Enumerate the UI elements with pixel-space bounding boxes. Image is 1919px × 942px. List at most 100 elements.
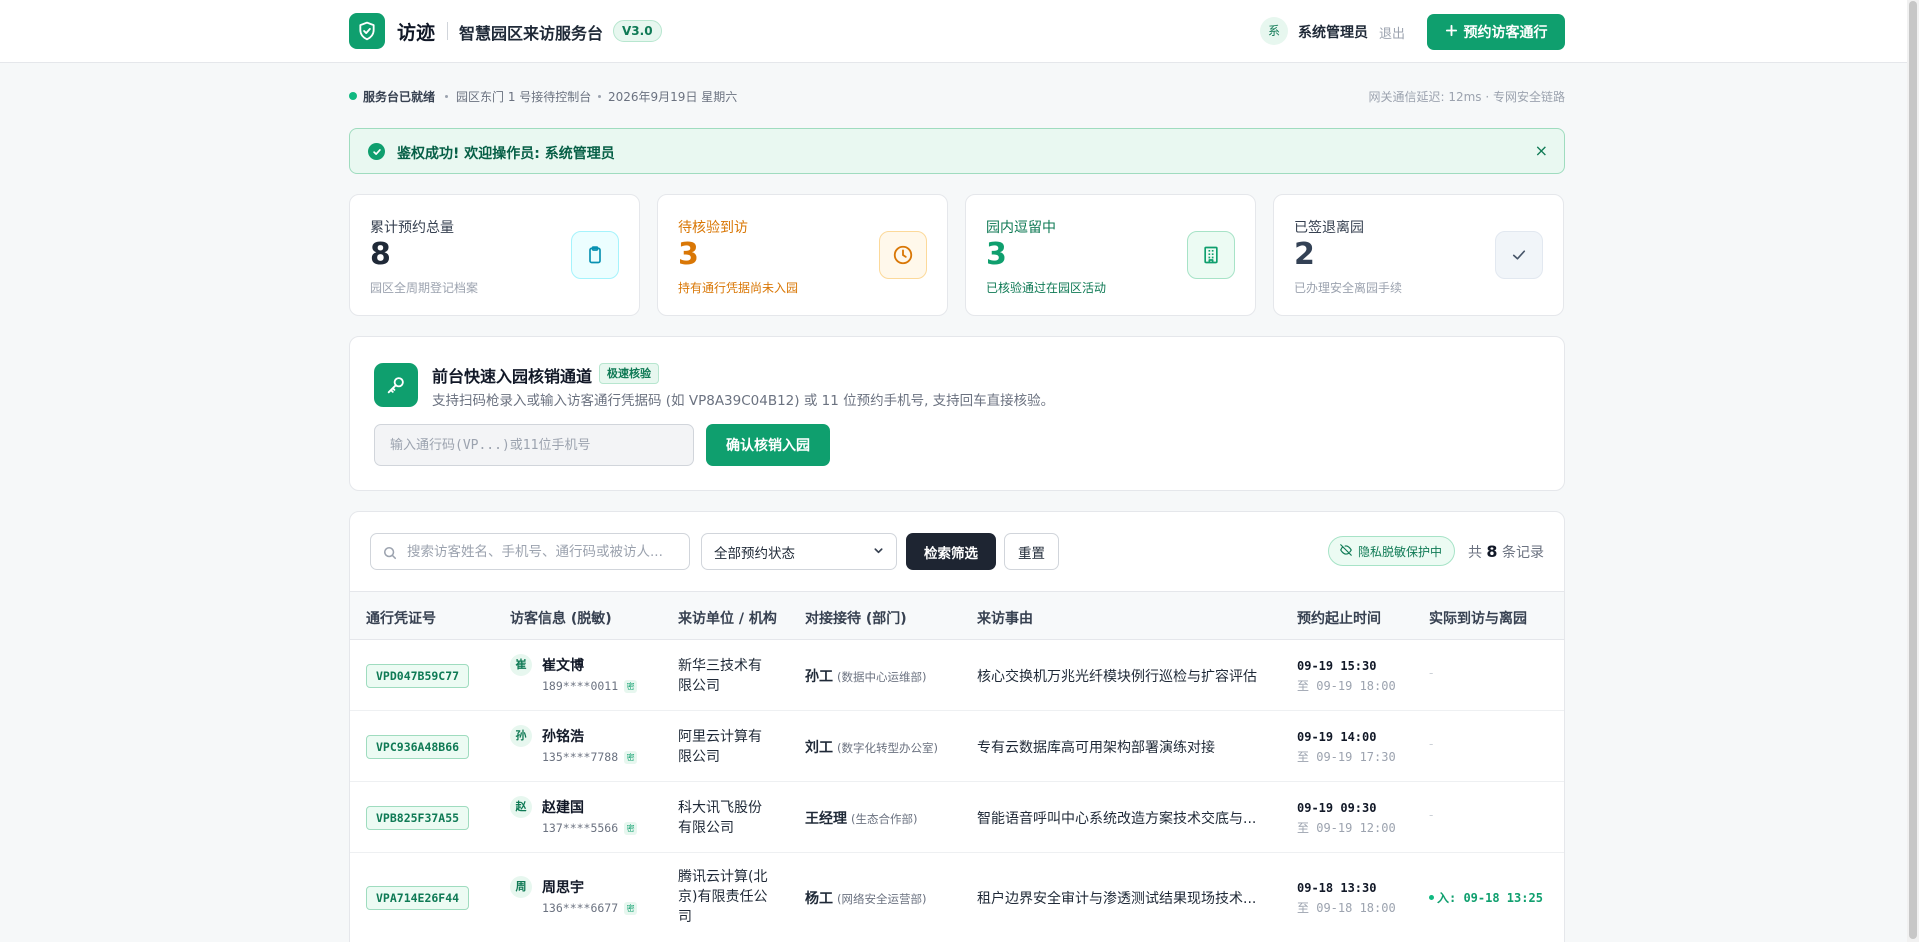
pass-code[interactable]: VPB825F37A55: [366, 806, 470, 830]
visitor-organization: 新华三技术有限公司: [678, 658, 762, 694]
masked-tag: 密: [624, 822, 638, 835]
stat-card-in-park: 园内逗留中 3 已核验通过在园区活动: [965, 194, 1256, 316]
record-count-prefix: 共: [1467, 545, 1482, 561]
table-row[interactable]: VPB825F37A55 赵 赵建国 137****5566 密 科大讯飞股份有限…: [350, 782, 1564, 853]
masked-tag: 密: [624, 680, 638, 693]
book-visitor-label: 预约访客通行: [1463, 25, 1548, 41]
appointment-start: 09-19 15:30: [1297, 659, 1377, 673]
visitor-phone-value: 137****5566: [542, 821, 619, 835]
appointment-start: 09-19 14:00: [1297, 730, 1377, 744]
column-header: 实际到访与离园: [1429, 611, 1527, 627]
book-visitor-button[interactable]: 预约访客通行: [1427, 14, 1565, 50]
status-select[interactable]: 全部预约状态: [701, 533, 897, 570]
service-status: 服务台已就绪: [363, 90, 436, 104]
stat-card-pending: 待核验到访 3 持有通行凭据尚未入园: [657, 194, 948, 316]
alert-close-button[interactable]: ×: [1535, 141, 1548, 160]
pass-code[interactable]: VPD047B59C77: [366, 664, 470, 688]
stat-note: 已办理安全离园手续: [1294, 281, 1403, 295]
host-department: (网络安全运营部): [837, 892, 927, 906]
version-badge: V3.0: [613, 20, 662, 42]
visitor-phone-value: 189****0011: [542, 679, 619, 693]
visitor-name: 孙铭浩: [542, 729, 584, 745]
stat-card-total: 累计预约总量 8 园区全周期登记档案: [349, 194, 640, 316]
actual-visit-value: 入: 09-18 13:25: [1437, 891, 1543, 905]
pass-code-input[interactable]: [374, 424, 694, 466]
visitor-name: 赵建国: [542, 800, 584, 816]
visit-reason: 租户边界安全审计与渗透测试结果现场技术...: [977, 891, 1257, 907]
host-contact: 王经理 (生态合作部): [805, 808, 917, 828]
checked-in-dot: [1429, 895, 1434, 900]
stat-card-checked-out: 已签退离园 2 已办理安全离园手续: [1273, 194, 1564, 316]
masked-tag: 密: [624, 751, 638, 764]
table-row[interactable]: VPC936A48B66 孙 孙铭浩 135****7788 密 阿里云计算有限公…: [350, 711, 1564, 782]
visitor-organization: 科大讯飞股份有限公司: [678, 800, 762, 836]
clock-icon: [879, 231, 927, 279]
eye-off-icon: [1339, 543, 1353, 560]
appointment-start: 09-19 09:30: [1297, 801, 1377, 815]
stat-value: 8: [370, 237, 391, 272]
host-contact: 杨工 (网络安全运营部): [805, 888, 926, 908]
separator-dot: [598, 95, 601, 98]
chevron-down-icon: [873, 544, 884, 560]
success-alert: 鉴权成功! 欢迎操作员: 系统管理员 ×: [349, 128, 1565, 174]
appointment-end: 至 09-19 17:30: [1297, 750, 1396, 764]
visitor-phone-value: 136****6677: [542, 901, 619, 915]
console-location: 园区东门 1 号接待控制台: [456, 90, 592, 104]
reset-button[interactable]: 重置: [1004, 533, 1059, 570]
column-header: 预约起止时间: [1297, 611, 1381, 627]
plus-icon: [1445, 24, 1458, 41]
pass-code[interactable]: VPC936A48B66: [366, 735, 470, 759]
pass-code[interactable]: VPA714E26F44: [366, 886, 470, 910]
record-count-value: 8: [1486, 542, 1498, 561]
column-header: 通行凭证号: [366, 611, 436, 627]
clipboard-icon: [571, 231, 619, 279]
record-count-suffix: 条记录: [1502, 545, 1544, 561]
host-department: (数据中心运维部): [837, 670, 927, 684]
host-name: 杨工: [805, 891, 833, 907]
filter-button[interactable]: 检索筛选: [906, 533, 996, 570]
host-department: (生态合作部): [851, 812, 918, 826]
visitor-phone-value: 135****7788: [542, 750, 619, 764]
table-row[interactable]: VPD047B59C77 崔 崔文博 189****0011 密 新华三技术有限公…: [350, 640, 1564, 711]
search-box[interactable]: [370, 533, 690, 570]
page-scrollbar[interactable]: [1907, 0, 1919, 942]
stat-value: 2: [1294, 237, 1315, 272]
brand-divider: [447, 22, 448, 40]
host-contact: 孙工 (数据中心运维部): [805, 666, 926, 686]
brand-name: 访迹: [397, 22, 436, 44]
visitor-phone: 189****0011 密: [542, 679, 638, 693]
table-row[interactable]: VPA714E26F44 周 周思宇 136****6677 密 腾讯云计算(北京…: [350, 853, 1564, 942]
stat-label: 累计预约总量: [370, 220, 454, 236]
avatar: 孙: [510, 725, 532, 747]
status-select-value: 全部预约状态: [714, 545, 795, 562]
top-bar: 访迹 智慧园区来访服务台 V3.0 系 系统管理员 退出 预约访客通行: [0, 0, 1919, 63]
visitor-phone: 136****6677 密: [542, 901, 638, 915]
avatar: 周: [510, 876, 532, 898]
stat-label: 园内逗留中: [986, 220, 1056, 236]
visitor-name: 周思宇: [542, 880, 584, 896]
search-input[interactable]: [407, 534, 685, 569]
table-header: 通行凭证号 访客信息 (脱敏) 来访单位 / 机构 对接接待 (部门) 来访事由…: [350, 591, 1564, 640]
quick-verify-panel: 前台快速入园核销通道 极速核验 支持扫码枪录入或输入访客通行凭据码 (如 VP8…: [349, 336, 1565, 491]
host-name: 孙工: [805, 669, 833, 685]
search-icon: [383, 545, 397, 564]
stat-label: 待核验到访: [678, 220, 748, 236]
check-icon: [1495, 231, 1543, 279]
actual-visit: -: [1429, 808, 1434, 822]
host-name: 王经理: [805, 811, 847, 827]
privacy-badge: 隐私脱敏保护中: [1328, 536, 1456, 566]
scrollbar-thumb[interactable]: [1909, 1, 1917, 939]
alert-message: 鉴权成功! 欢迎操作员: 系统管理员: [397, 146, 615, 162]
fast-verify-tag: 极速核验: [599, 363, 659, 384]
actual-visit: -: [1429, 666, 1434, 680]
appointment-end: 至 09-19 18:00: [1297, 679, 1396, 693]
visit-reason: 核心交换机万兆光纤模块例行巡检与扩容评估: [977, 669, 1257, 685]
quick-verify-description: 支持扫码枪录入或输入访客通行凭据码 (如 VP8A39C04B12) 或 11 …: [432, 393, 1055, 409]
confirm-entry-button[interactable]: 确认核销入园: [706, 424, 830, 466]
logout-link[interactable]: 退出: [1379, 23, 1405, 42]
column-header: 对接接待 (部门): [805, 611, 907, 627]
network-status: 网关通信延迟: 12ms · 专网安全链路: [1368, 90, 1565, 104]
record-count: 共 8 条记录: [1468, 542, 1544, 562]
separator-dot: [445, 95, 448, 98]
privacy-badge-label: 隐私脱敏保护中: [1358, 544, 1443, 559]
